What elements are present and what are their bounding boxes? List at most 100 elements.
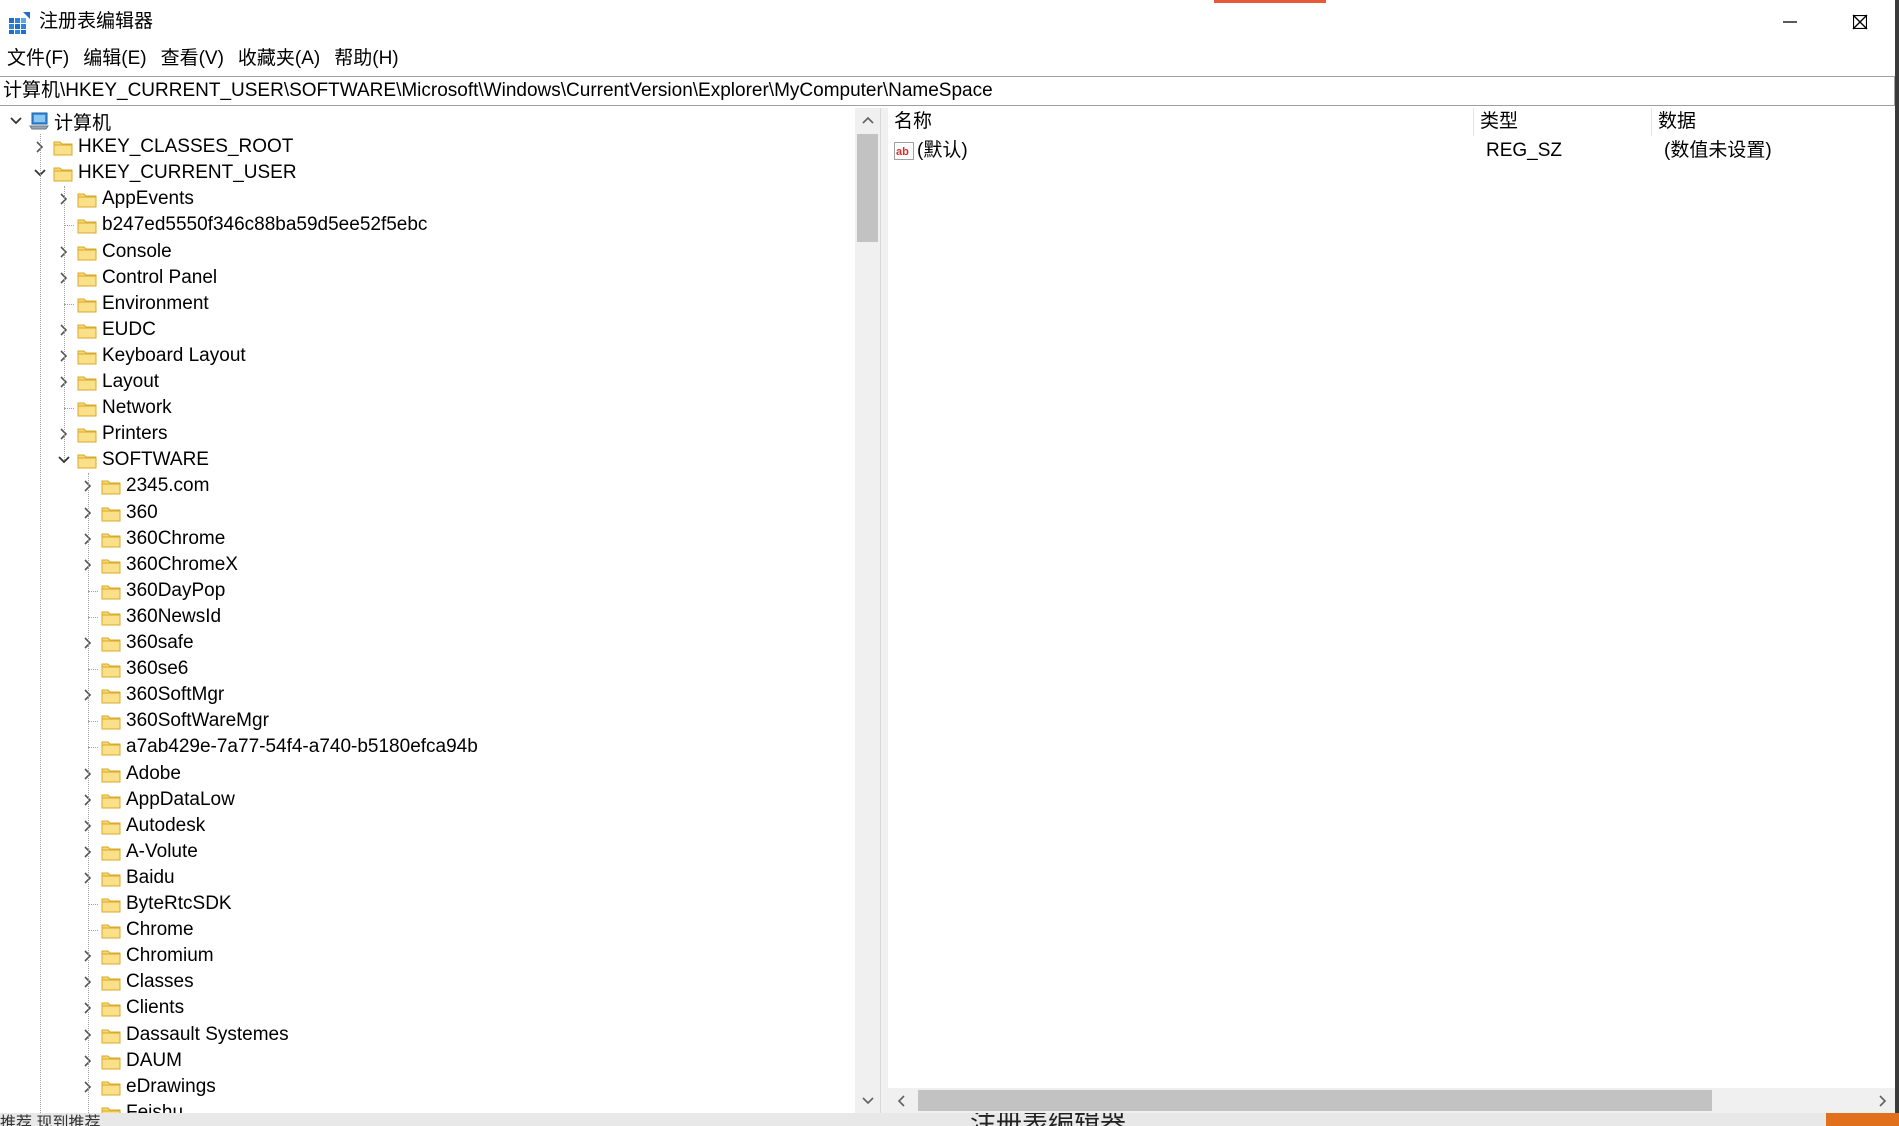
tree-node[interactable]: Keyboard Layout [54,343,246,369]
tree-node[interactable]: Adobe [78,761,181,787]
tree-node[interactable]: 360safe [78,630,194,656]
folder-icon [77,373,97,391]
value-row[interactable]: ab (默认) [894,138,968,164]
tree-node[interactable]: 360Chrome [78,526,225,552]
close-button[interactable] [1825,0,1895,44]
folder-icon [101,947,121,965]
tree-node-label: Feishu [126,1101,184,1113]
tree-node-label: 计算机 [54,112,112,134]
close-icon [1852,14,1868,30]
value-list-pane[interactable]: 名称 类型 数据 ab (默认) REG_SZ (数值未设置) [888,108,1895,1113]
tree-guide-line [64,225,74,227]
tree-node[interactable]: Control Panel [54,265,217,291]
tree-node[interactable]: 360DayPop [78,578,225,604]
tree-node[interactable]: Dassault Systemes [78,1022,289,1048]
menu-bar: 文件(F) 编辑(E) 查看(V) 收藏夹(A) 帮助(H) [0,44,406,74]
tree-guide-line [88,590,98,592]
tree-node[interactable]: 360ChromeX [78,552,238,578]
pane-splitter[interactable] [881,108,888,1113]
tree-guide-line [64,186,65,461]
tree-node[interactable]: Printers [54,421,167,447]
tree-node-label: 360se6 [126,658,189,680]
key-tree-pane[interactable]: 计算机 HKEY_CLASSES_ROOT HKEY_CURRENT_USER App… [0,108,881,1113]
folder-icon [101,817,121,835]
tree-node[interactable]: b247ed5550f346c88ba59d5ee52f5ebc [54,212,427,238]
tree-node[interactable]: EUDC [54,317,156,343]
tree-node[interactable]: AppEvents [54,186,194,212]
folder-icon [101,1026,121,1044]
tree-node[interactable]: Clients [78,995,184,1021]
column-header-type[interactable]: 类型 [1474,108,1652,136]
tree-node[interactable]: A-Volute [78,839,198,865]
scroll-thumb-horizontal[interactable] [918,1090,1712,1111]
tree-node[interactable]: HKEY_CURRENT_USER [30,160,297,186]
tree-vertical-scrollbar[interactable] [855,108,880,1113]
tree-node-label: Chrome [126,919,194,941]
address-bar[interactable]: 计算机\HKEY_CURRENT_USER\SOFTWARE\Microsoft… [0,76,1895,106]
tree-node[interactable]: 2345.com [78,473,209,499]
tree-node-label: A-Volute [126,840,198,862]
menu-item-1[interactable]: 编辑(E) [76,44,153,74]
tree-node[interactable]: 360 [78,500,158,526]
tree-node[interactable]: Environment [54,291,209,317]
tree-node[interactable]: 计算机 [6,108,111,134]
folder-icon [77,190,97,208]
tree-node[interactable]: Console [54,239,172,265]
tree-node[interactable]: eDrawings [78,1074,216,1100]
folder-icon [77,399,97,417]
tree-guide-line [64,303,74,305]
tree-node-label: b247ed5550f346c88ba59d5ee52f5ebc [102,214,428,236]
folder-icon [77,321,97,339]
tree-node[interactable]: 360SoftMgr [78,682,224,708]
tree-guide-line [88,669,98,671]
folder-icon [101,869,121,887]
folder-icon [101,1104,121,1113]
tree-node[interactable]: Baidu [78,865,175,891]
tree-node-label: Dassault Systemes [126,1023,289,1045]
menu-item-2[interactable]: 查看(V) [154,44,231,74]
tree-node[interactable]: SOFTWARE [54,447,209,473]
folder-icon [101,608,121,626]
tree-node[interactable]: AppDataLow [78,787,235,813]
tree-node-label: 360NewsId [126,605,222,627]
folder-icon [77,295,97,313]
regedit-app-icon[interactable] [9,12,31,34]
window-title: 注册表编辑器 [39,11,154,32]
minimize-button[interactable] [1755,0,1825,44]
tree-node[interactable]: Autodesk [78,813,205,839]
scroll-right-button[interactable] [1870,1088,1895,1113]
folder-icon [101,477,121,495]
tree-node-label: 360ChromeX [126,553,238,575]
tree-node[interactable]: Feishu [78,1100,183,1113]
tree-node[interactable]: ByteRtcSDK [78,891,232,917]
menu-item-4[interactable]: 帮助(H) [327,44,405,74]
desktop-edge [1895,0,1899,1126]
tree-node-label: eDrawings [126,1075,216,1097]
scroll-up-button[interactable] [855,108,880,132]
tree-node[interactable]: 360SoftWareMgr [78,708,269,734]
tree-guide-line [88,721,98,723]
list-horizontal-scrollbar[interactable] [888,1088,1895,1113]
minimize-icon [1783,21,1797,23]
tree-node[interactable]: 360NewsId [78,604,221,630]
scroll-left-button[interactable] [888,1088,913,1113]
menu-item-3[interactable]: 收藏夹(A) [231,44,327,74]
tree-node[interactable]: a7ab429e-7a77-54f4-a740-b5180efca94b [78,734,478,760]
scroll-thumb[interactable] [857,134,878,242]
expand-chevron-down-icon[interactable] [6,108,26,134]
tree-node-label: 360SoftWareMgr [126,710,269,732]
menu-item-0[interactable]: 文件(F) [0,44,76,74]
tree-node-label: ByteRtcSDK [126,893,232,914]
tree-guide-line [88,616,98,618]
tree-node[interactable]: Layout [54,369,159,395]
tree-node[interactable]: DAUM [78,1048,182,1074]
tree-node-label: DAUM [126,1049,182,1071]
tree-node[interactable]: HKEY_CLASSES_ROOT [30,134,293,160]
scroll-down-button[interactable] [855,1089,880,1113]
folder-icon [101,791,121,809]
tree-node[interactable]: Chromium [78,943,214,969]
tree-node-label: Printers [102,423,168,445]
column-header-name[interactable]: 名称 [888,108,1474,136]
column-header-data[interactable]: 数据 [1652,108,1895,136]
tree-node[interactable]: Classes [78,969,194,995]
